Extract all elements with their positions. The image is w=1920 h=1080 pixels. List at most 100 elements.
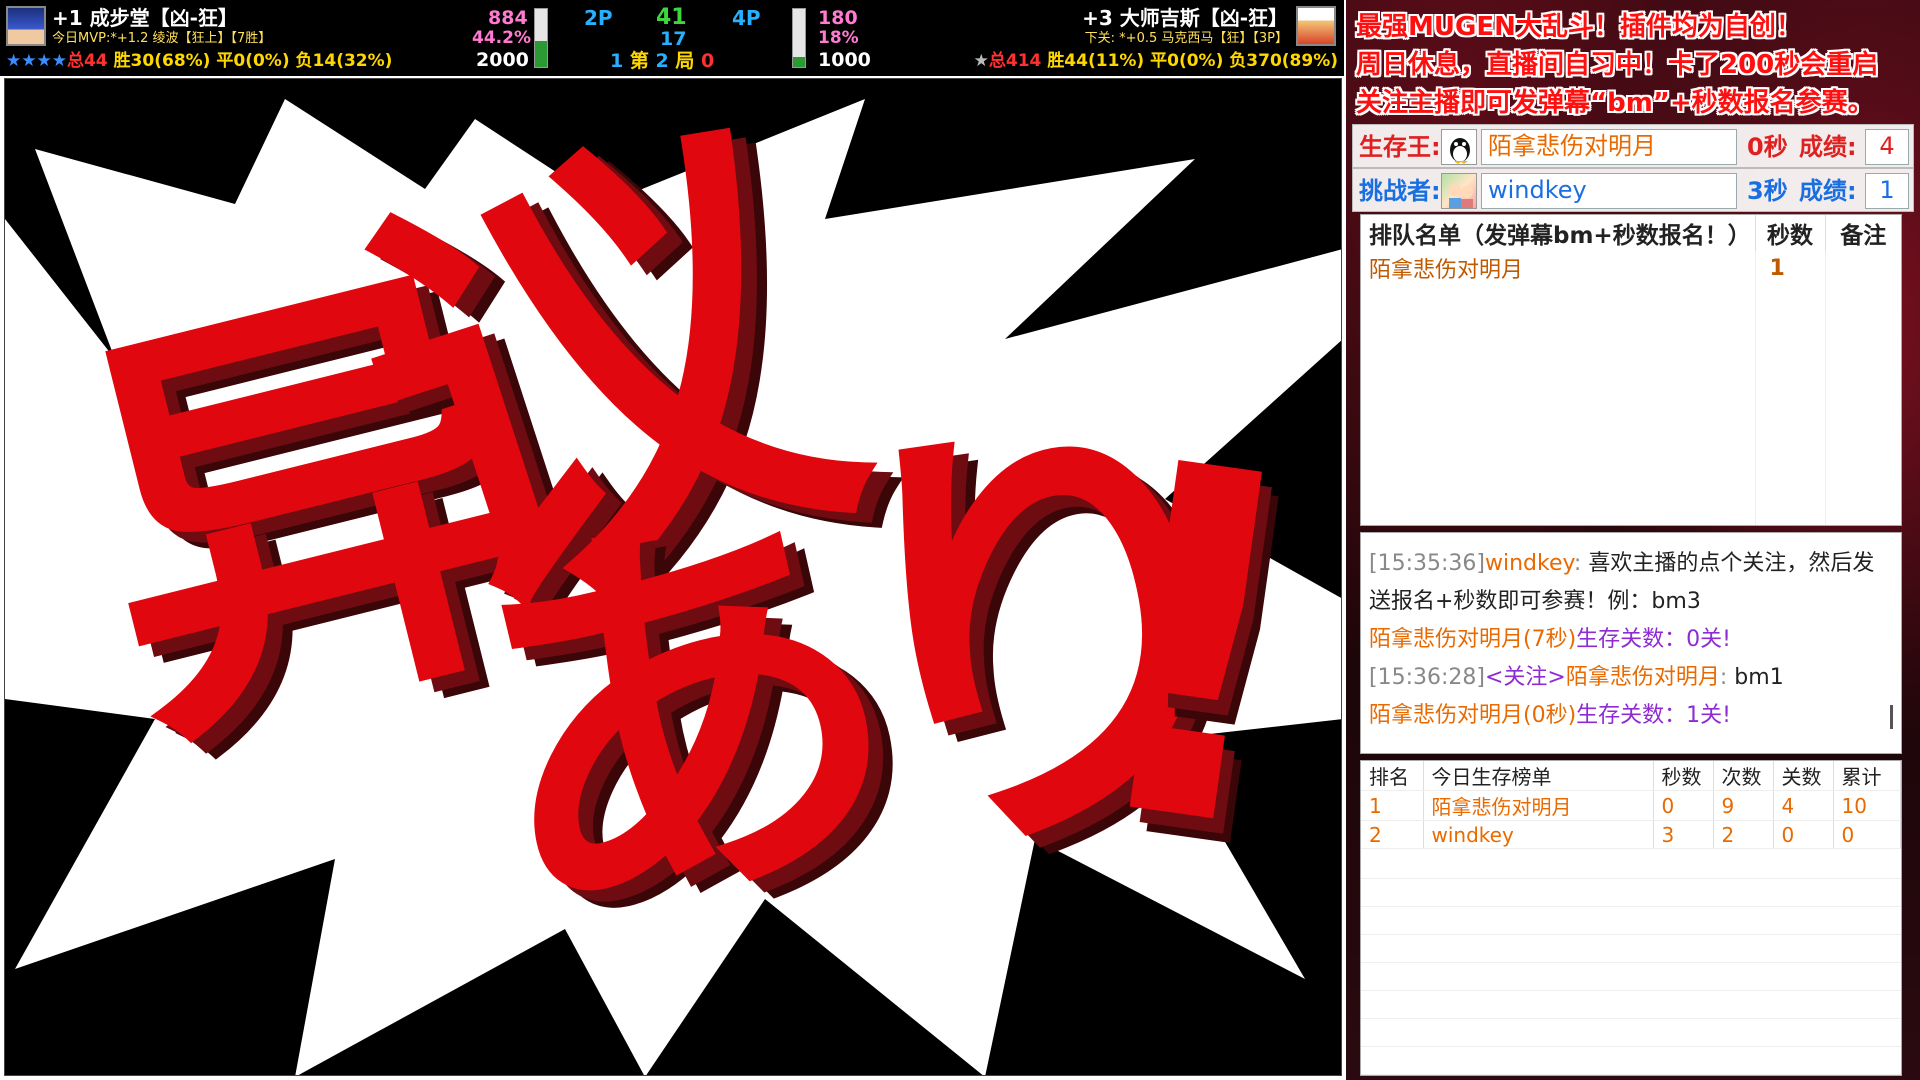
chat-text: 送报名+秒数即可参赛！例：bm3 (1369, 589, 1701, 614)
ranking-table: 排名 今日生存榜单 秒数 次数 关数 累计 1 陌拿悲伤对明月 0 9 4 10… (1361, 761, 1901, 849)
challenger-name-field: windkey (1481, 173, 1737, 209)
label-2p: 2P (584, 6, 613, 30)
chat-line-5: 陌拿悲伤对明月(0秒)生存关数：1关! (1369, 705, 1731, 727)
ranking-cell: 4 (1773, 790, 1834, 821)
chat-line-1: [15:35:36]windkey: 喜欢主播的点个关注，然后发 (1369, 553, 1874, 575)
p2-losses: 负370(89%) (1229, 51, 1338, 71)
p1-wins: 胜30(68%) (113, 51, 211, 71)
p2-record: ★总414 胜44(11%) 平0(0%) 负370(89%) (974, 53, 1338, 70)
chat-text: 喜欢主播的点个关注，然后发 (1588, 551, 1875, 576)
banner-line-1: 最强MUGEN大乱斗！插件均为自创！ (1356, 12, 1802, 42)
chat-line-3: 陌拿悲伤对明月(7秒)生存关数：0关! (1369, 629, 1731, 651)
queue-row[interactable]: 陌拿悲伤对明月 1 (1361, 251, 1901, 285)
chat-text: bm1 (1734, 665, 1784, 690)
queue-row-seconds: 1 (1755, 251, 1826, 285)
ranking-cell: windkey (1423, 820, 1654, 849)
queue-col-divider-2 (1825, 251, 1826, 525)
p2-hp-percent: 18% (818, 28, 859, 48)
chat-line-2: 送报名+秒数即可参赛！例：bm3 (1369, 591, 1701, 613)
queue-row-note (1825, 251, 1901, 285)
survivor-name-field: 陌拿悲伤对明月 (1481, 129, 1737, 165)
chat-user: windkey (1484, 551, 1574, 576)
challenger-seconds: 3秒 (1747, 177, 1788, 205)
ranking-header-row: 排名 今日生存榜单 秒数 次数 关数 累计 (1361, 761, 1901, 791)
challenger-score-label: 成绩: (1799, 177, 1857, 205)
round-prefix: 1 (610, 50, 624, 72)
chat-line-4: [15:36:28]<关注>陌拿悲伤对明月: bm1 (1369, 667, 1784, 689)
banner-line-2: 周日休息，直播间自习中！卡了200秒会重启 (1356, 50, 1879, 80)
round-number: 2 (655, 50, 669, 72)
ranking-row: 1 陌拿悲伤对明月 0 9 4 10 (1361, 790, 1901, 821)
chat-sep: : (1573, 551, 1582, 576)
p2-wins: 胜44(11%) (1047, 51, 1145, 71)
queue-header-seconds: 秒数 (1755, 215, 1826, 251)
p2-draws: 平0(0%) (1150, 51, 1224, 71)
p1-title: +1 成步堂【凶-狂】 (52, 6, 238, 30)
p2-hp-max: 1000 (818, 49, 871, 71)
p2-total: 总414 (988, 51, 1042, 71)
p1-mvp-text: 今日MVP:*+1.2 绫波【狂上】【7胜】 (52, 31, 272, 46)
survivor-seconds: 0秒 (1747, 133, 1788, 161)
p2-title: +3 大师吉斯【凶-狂】 (1082, 6, 1288, 30)
chat-user: 陌拿悲伤对明月 (1565, 665, 1720, 690)
label-4p: 4P (732, 6, 761, 30)
p1-hp-bar (534, 8, 548, 68)
ranking-cell: 3 (1653, 820, 1714, 849)
round-timer: 41 (656, 5, 687, 30)
round-ju: 局 (675, 50, 695, 72)
queue-row-name: 陌拿悲伤对明月 (1361, 251, 1756, 285)
survivor-label: 生存王: (1359, 133, 1441, 161)
stream-side-panel: 最强MUGEN大乱斗！插件均为自创！ 周日休息，直播间自习中！卡了200秒会重启… (1346, 0, 1920, 1080)
ranking-cell: 10 (1833, 790, 1901, 821)
survivor-score-label: 成绩: (1799, 133, 1857, 161)
ranking-header: 秒数 (1653, 761, 1714, 791)
survivor-row: 生存王: 陌拿悲伤对明月 0秒 成绩: 4 (1352, 124, 1914, 168)
p1-total: 总44 (66, 51, 108, 71)
ranking-cell: 1 (1361, 790, 1424, 821)
game-screen: 异 议 あ り ! (4, 78, 1342, 1076)
p1-hp-max: 2000 (476, 49, 529, 71)
ranking-header: 今日生存榜单 (1423, 761, 1654, 791)
chat-scrollbar[interactable] (1890, 705, 1893, 729)
p2-hp-value: 180 (818, 7, 858, 29)
objection-splash-text: 异 议 あ り ! (35, 79, 1341, 1049)
ranking-cell: 陌拿悲伤对明月 (1423, 790, 1654, 821)
p1-draws: 平0(0%) (216, 51, 290, 71)
p2-hp-bar (792, 8, 806, 68)
p2-portrait-avatar (1296, 6, 1336, 46)
challenger-row: 挑战者: windkey 3秒 成绩: 1 (1352, 168, 1914, 212)
banner-line-3: 关注主播即可发弹幕“bm”+秒数报名参赛。 (1356, 88, 1874, 118)
p2-next-text: 下关: *+0.5 马克西马【狂】【3P】 (1084, 31, 1288, 46)
round-score: 0 (701, 50, 715, 72)
chat-tag: <关注> (1484, 665, 1566, 690)
chat-text: 生存关数：1关! (1576, 703, 1731, 728)
p1-hp-value: 884 (488, 7, 528, 29)
ranking-cell: 2 (1361, 820, 1424, 849)
ranking-board: 排名 今日生存榜单 秒数 次数 关数 累计 1 陌拿悲伤对明月 0 9 4 10… (1360, 760, 1902, 1076)
top-hud: +1 成步堂【凶-狂】 今日MVP:*+1.2 绫波【狂上】【7胜】 ★★★★总… (0, 0, 1344, 76)
ranking-header: 排名 (1361, 761, 1424, 791)
round-indicator: 1 第 2 局 0 (610, 52, 714, 71)
p1-record: ★★★★总44 胜30(68%) 平0(0%) 负14(32%) (6, 53, 392, 70)
ranking-header: 次数 (1713, 761, 1774, 791)
ranking-cell: 0 (1653, 790, 1714, 821)
p1-portrait-avatar (6, 6, 46, 46)
round-timer-secondary: 17 (660, 28, 687, 50)
chat-text: 生存关数：0关! (1576, 627, 1731, 652)
ranking-header: 累计 (1833, 761, 1901, 791)
p2-stars: ★ (973, 51, 989, 71)
chat-log[interactable]: [15:35:36]windkey: 喜欢主播的点个关注，然后发 送报名+秒数即… (1360, 532, 1902, 754)
queue-list[interactable]: 排队名单（发弹幕bm+秒数报名！） 秒数 备注 陌拿悲伤对明月 1 (1360, 214, 1902, 526)
ranking-grid-lines (1361, 851, 1901, 1075)
p1-stars: ★★★★ (6, 51, 67, 71)
ranking-cell: 9 (1713, 790, 1774, 821)
queue-header-name: 排队名单（发弹幕bm+秒数报名！） (1361, 215, 1756, 251)
queue-table: 排队名单（发弹幕bm+秒数报名！） 秒数 备注 陌拿悲伤对明月 1 (1361, 215, 1901, 285)
p1-hp-percent: 44.2% (472, 28, 531, 48)
queue-col-divider-1 (1755, 251, 1756, 525)
ranking-header: 关数 (1773, 761, 1834, 791)
chat-user: 陌拿悲伤对明月(7秒) (1369, 627, 1577, 652)
challenger-avatar-icon (1441, 173, 1477, 209)
survivor-score-field: 4 (1865, 129, 1909, 165)
challenger-label: 挑战者: (1359, 177, 1441, 205)
